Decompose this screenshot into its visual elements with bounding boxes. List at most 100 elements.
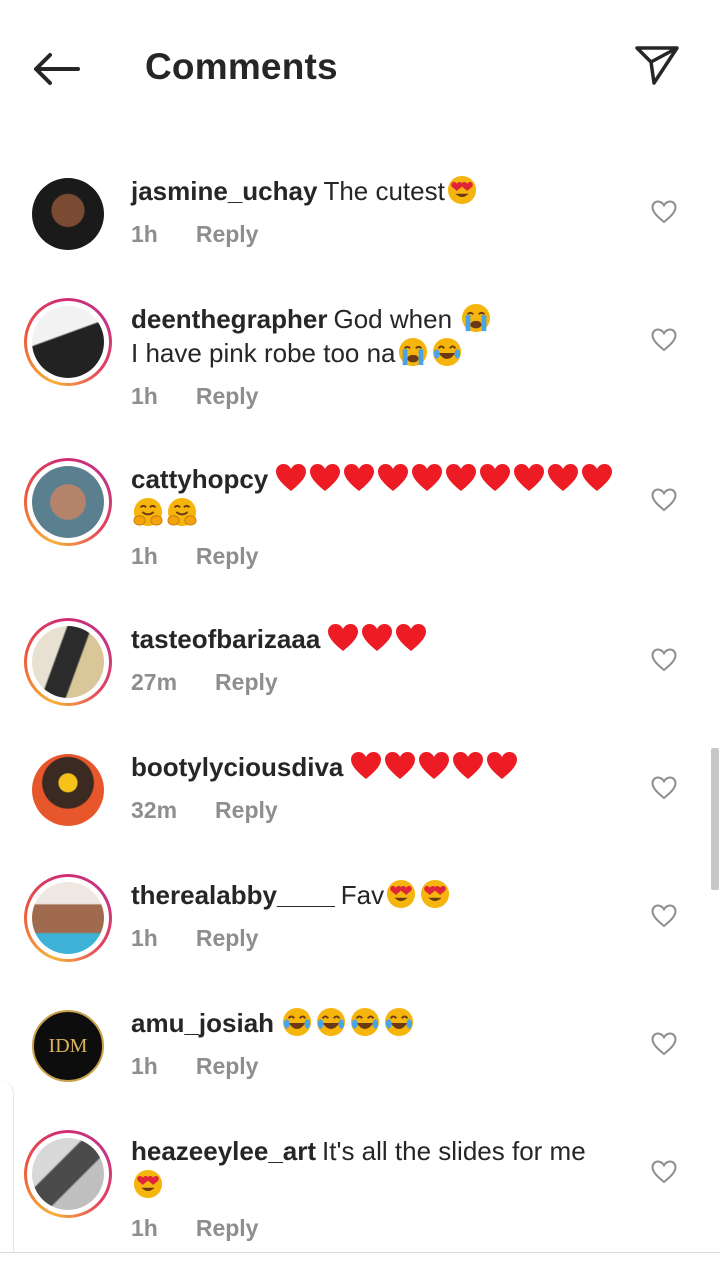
hug-face-emoji bbox=[133, 497, 163, 527]
comment-username[interactable]: tasteofbarizaaa bbox=[131, 624, 320, 654]
comment-meta: 1h Reply bbox=[131, 1053, 258, 1080]
avatar-image: IDM bbox=[32, 1010, 104, 1082]
comment-row: bootylyciousdiva 32m Reply bbox=[0, 726, 720, 854]
comment-timestamp: 1h bbox=[131, 1053, 158, 1079]
red-heart-emoji bbox=[548, 464, 579, 491]
reply-button[interactable]: Reply bbox=[196, 221, 259, 248]
red-heart-emoji bbox=[514, 464, 545, 491]
red-heart-emoji bbox=[446, 464, 477, 491]
avatar[interactable]: IDM bbox=[32, 1010, 104, 1082]
avatar-image bbox=[32, 466, 104, 538]
reply-button[interactable]: Reply bbox=[196, 383, 259, 410]
comment-meta: 1h Reply bbox=[131, 543, 258, 570]
comment-row: therealabby____ Fav 1h Reply bbox=[0, 854, 720, 982]
scrollbar[interactable] bbox=[711, 748, 719, 890]
reply-button[interactable]: Reply bbox=[196, 543, 259, 570]
laugh-face-emoji bbox=[385, 1007, 414, 1037]
page-title: Comments bbox=[145, 46, 338, 87]
red-heart-emoji bbox=[480, 464, 511, 491]
comment-timestamp: 1h bbox=[131, 221, 158, 247]
comment-row: heazeeylee_art It's all the slides for me… bbox=[0, 1110, 720, 1241]
share-button[interactable] bbox=[632, 42, 682, 88]
like-comment-button[interactable] bbox=[650, 646, 678, 674]
comment-timestamp: 1h bbox=[131, 543, 158, 569]
hug-face-emoji bbox=[167, 497, 197, 527]
comment-meta: 1h Reply bbox=[131, 221, 258, 248]
avatar-image bbox=[32, 306, 104, 378]
reply-button[interactable]: Reply bbox=[196, 1215, 259, 1242]
avatar[interactable] bbox=[24, 618, 112, 706]
comment-meta: 1h Reply bbox=[131, 925, 258, 952]
red-heart-emoji bbox=[310, 464, 341, 491]
comment-username[interactable]: deenthegrapher bbox=[131, 304, 328, 334]
heart-outline-icon bbox=[651, 328, 677, 352]
like-comment-button[interactable] bbox=[650, 774, 678, 802]
comment-text: amu_josiah bbox=[131, 1006, 631, 1040]
reply-button[interactable]: Reply bbox=[215, 669, 278, 696]
comment-username[interactable]: jasmine_uchay bbox=[131, 176, 317, 206]
like-comment-button[interactable] bbox=[650, 486, 678, 514]
avatar[interactable] bbox=[24, 298, 112, 386]
comment-text: tasteofbarizaaa bbox=[131, 622, 631, 656]
comment-text: therealabby____ Fav bbox=[131, 878, 631, 912]
comment-row: cattyhopcy 1h Reply bbox=[0, 438, 720, 569]
comment-row: deenthegrapher God when I have pink robe … bbox=[0, 278, 720, 409]
heart-outline-icon bbox=[651, 1032, 677, 1056]
red-heart-emoji bbox=[487, 752, 518, 779]
like-comment-button[interactable] bbox=[650, 198, 678, 226]
arrow-left-icon bbox=[34, 53, 80, 85]
red-heart-emoji bbox=[351, 752, 382, 779]
red-heart-emoji bbox=[276, 464, 307, 491]
comment-row: tasteofbarizaaa 27m Reply bbox=[0, 598, 720, 726]
comment-username[interactable]: heazeeylee_art bbox=[131, 1136, 316, 1166]
like-comment-button[interactable] bbox=[650, 326, 678, 354]
red-heart-emoji bbox=[412, 464, 443, 491]
like-comment-button[interactable] bbox=[650, 1030, 678, 1058]
reply-button[interactable]: Reply bbox=[196, 925, 259, 952]
heart-outline-icon bbox=[651, 904, 677, 928]
love-face-emoji bbox=[421, 879, 450, 909]
avatar-image bbox=[32, 882, 104, 954]
cry-face-emoji bbox=[398, 337, 427, 367]
red-heart-emoji bbox=[396, 624, 427, 651]
emoji-quick-bar[interactable] bbox=[0, 1252, 720, 1285]
comment-timestamp: 1h bbox=[131, 925, 158, 951]
heart-outline-icon bbox=[651, 776, 677, 800]
avatar-image bbox=[32, 178, 104, 250]
avatar[interactable] bbox=[32, 178, 104, 250]
red-heart-emoji bbox=[378, 464, 409, 491]
paper-plane-icon bbox=[635, 46, 679, 85]
laugh-face-emoji bbox=[432, 337, 461, 367]
comment-username[interactable]: amu_josiah bbox=[131, 1008, 274, 1038]
comment-body-line2: I have pink robe too na bbox=[131, 338, 396, 368]
reply-button[interactable]: Reply bbox=[196, 1053, 259, 1080]
like-comment-button[interactable] bbox=[650, 902, 678, 930]
avatar-image bbox=[32, 1138, 104, 1210]
comment-row: jasmine_uchay The cutest 1h Reply bbox=[0, 150, 720, 278]
comment-username[interactable]: cattyhopcy bbox=[131, 464, 268, 494]
avatar-image bbox=[32, 626, 104, 698]
heart-outline-icon bbox=[651, 488, 677, 512]
red-heart-emoji bbox=[453, 752, 484, 779]
red-heart-emoji bbox=[419, 752, 450, 779]
comment-username[interactable]: bootylyciousdiva bbox=[131, 752, 343, 782]
love-face-emoji bbox=[447, 175, 476, 205]
love-face-emoji bbox=[387, 879, 416, 909]
comment-text: heazeeylee_art It's all the slides for me bbox=[131, 1134, 631, 1202]
like-comment-button[interactable] bbox=[650, 1158, 678, 1186]
avatar-logo-text: IDM bbox=[48, 1034, 88, 1057]
back-button[interactable] bbox=[30, 46, 82, 92]
reply-button[interactable]: Reply bbox=[215, 797, 278, 824]
avatar[interactable] bbox=[24, 874, 112, 962]
comment-timestamp: 27m bbox=[131, 669, 178, 695]
comment-body: It's all the slides for me bbox=[322, 1136, 586, 1166]
laugh-face-emoji bbox=[317, 1007, 346, 1037]
avatar[interactable] bbox=[32, 754, 104, 826]
avatar[interactable] bbox=[24, 458, 112, 546]
red-heart-emoji bbox=[362, 624, 393, 651]
comment-meta: 27m Reply bbox=[131, 669, 278, 696]
comment-username[interactable]: therealabby____ bbox=[131, 880, 335, 910]
comment-text: jasmine_uchay The cutest bbox=[131, 174, 631, 208]
avatar[interactable] bbox=[24, 1130, 112, 1218]
header: Comments bbox=[0, 0, 720, 130]
